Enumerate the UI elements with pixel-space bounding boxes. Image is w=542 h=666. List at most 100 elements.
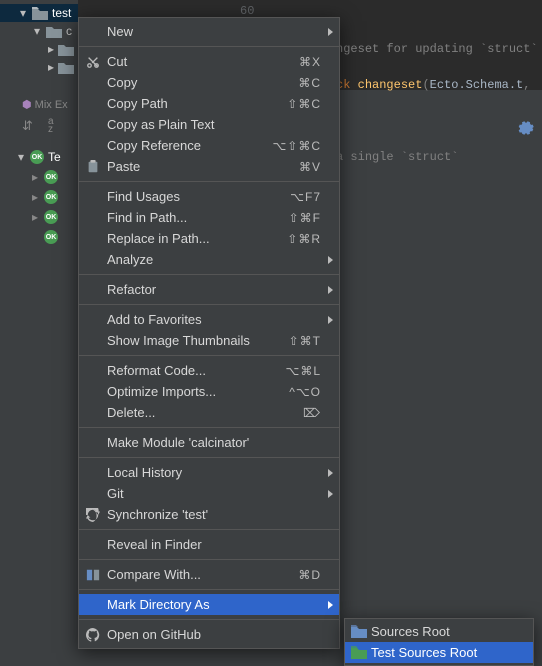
menu-item-copy[interactable]: Copy⌘C [79, 72, 339, 93]
menu-separator [79, 46, 339, 47]
submenu-item-sources-root[interactable]: Sources Root [345, 621, 533, 642]
menu-item-label: Make Module 'calcinator' [107, 435, 249, 450]
shortcut: ⌘V [299, 160, 321, 174]
menu-item-label: Add to Favorites [107, 312, 202, 327]
shortcut: ⇧⌘R [287, 232, 321, 246]
menu-item-delete[interactable]: Delete...⌦ [79, 402, 339, 423]
code-comment: s a single `struct` [322, 150, 459, 164]
menu-item-mark-directory-as[interactable]: Mark Directory As [79, 594, 339, 615]
shortcut: ⇧⌘F [289, 211, 321, 225]
status-ok-icon: OK [44, 230, 58, 244]
run-arrow-icon: ▸ [32, 170, 40, 184]
shortcut: ^⌥O [289, 385, 321, 399]
folder-icon [351, 645, 367, 661]
menu-item-label: Open on GitHub [107, 627, 201, 642]
az-sort-icon[interactable]: az [48, 118, 64, 134]
paste-icon [85, 159, 101, 175]
menu-item-open-on-github[interactable]: Open on GitHub [79, 624, 339, 645]
expand-arrow-icon: ▸ [48, 60, 54, 74]
code-type: Ecto.Schema.t [430, 78, 524, 92]
test-result-item[interactable]: ▸ OK [32, 210, 58, 224]
menu-item-label: Copy as Plain Text [107, 117, 214, 132]
sort-icon[interactable]: ⇵ [22, 118, 38, 134]
menu-item-label: Mark Directory As [107, 597, 210, 612]
menu-item-new[interactable]: New [79, 21, 339, 42]
shortcut: ⌘C [298, 76, 321, 90]
folder-icon [32, 7, 48, 20]
menu-separator [79, 559, 339, 560]
submenu-arrow-icon [328, 490, 333, 498]
expand-arrow-icon: ▾ [18, 150, 26, 164]
menu-item-git[interactable]: Git [79, 483, 339, 504]
code-text: , [523, 78, 530, 92]
menu-item-refactor[interactable]: Refactor [79, 279, 339, 300]
menu-item-reveal-in-finder[interactable]: Reveal in Finder [79, 534, 339, 555]
shortcut: ⇧⌘T [289, 334, 321, 348]
menu-item-find-in-path[interactable]: Find in Path... ⇧⌘F [79, 207, 339, 228]
menu-item-make-module-calcinator[interactable]: Make Module 'calcinator' [79, 432, 339, 453]
menu-item-label: Reformat Code... [107, 363, 206, 378]
context-menu: New Cut⌘XCopy⌘CCopy Path⇧⌘C Copy as Plain … [78, 17, 340, 649]
menu-item-label: Find Usages [107, 189, 180, 204]
menu-separator [79, 589, 339, 590]
status-ok-icon: OK [44, 170, 58, 184]
menu-separator [79, 355, 339, 356]
test-name: Te [48, 150, 61, 164]
expand-arrow-icon: ▾ [20, 6, 28, 20]
menu-item-copy-as-plain-text[interactable]: Copy as Plain Text [79, 114, 339, 135]
test-result-item[interactable]: ▸ OK [32, 170, 58, 184]
menu-item-label: Show Image Thumbnails [107, 333, 250, 348]
menu-item-label: Local History [107, 465, 182, 480]
tree-folder[interactable]: ▾ c [0, 22, 78, 40]
test-result-item[interactable]: ▸ OK [32, 190, 58, 204]
tree-folder[interactable]: ▸ d [0, 40, 78, 58]
menu-item-replace-in-path[interactable]: Replace in Path...⇧⌘R [79, 228, 339, 249]
menu-item-paste[interactable]: Paste⌘V [79, 156, 339, 177]
menu-item-copy-path[interactable]: Copy Path⇧⌘C [79, 93, 339, 114]
gear-icon[interactable] [518, 120, 534, 139]
menu-item-cut[interactable]: Cut⌘X [79, 51, 339, 72]
tree-folder[interactable]: ▸ s [0, 58, 78, 76]
menu-item-label: Cut [107, 54, 127, 69]
tree-label: c [66, 24, 72, 38]
menu-item-optimize-imports[interactable]: Optimize Imports...^⌥O [79, 381, 339, 402]
menu-item-show-image-thumbnails[interactable]: Show Image Thumbnails ⇧⌘T [79, 330, 339, 351]
menu-item-find-usages[interactable]: Find Usages ⌥F7 [79, 186, 339, 207]
test-results-root[interactable]: ▾ OK Te [18, 150, 61, 164]
tree-folder-test[interactable]: ▾ test [0, 4, 78, 22]
panel-label: ⬢ Mix Ex [22, 98, 68, 111]
shortcut: ⌘D [298, 568, 321, 582]
menu-item-label: Find in Path... [107, 210, 187, 225]
folder-icon [351, 624, 367, 640]
expand-arrow-icon: ▾ [34, 24, 42, 38]
sync-icon [85, 507, 101, 523]
submenu-arrow-icon [328, 286, 333, 294]
submenu-arrow-icon [328, 316, 333, 324]
submenu-arrow-icon [328, 256, 333, 264]
shortcut: ⌥⇧⌘C [272, 139, 321, 153]
status-ok-icon: OK [44, 190, 58, 204]
submenu-arrow-icon [328, 28, 333, 36]
menu-item-compare-with[interactable]: Compare With... ⌘D [79, 564, 339, 585]
status-ok-icon: OK [44, 210, 58, 224]
menu-item-label: Compare With... [107, 567, 201, 582]
menu-item-analyze[interactable]: Analyze [79, 249, 339, 270]
shortcut: ⌥F7 [290, 190, 321, 204]
menu-separator [79, 427, 339, 428]
menu-item-local-history[interactable]: Local History [79, 462, 339, 483]
folder-icon [58, 61, 74, 74]
menu-separator [79, 529, 339, 530]
folder-icon [46, 25, 62, 38]
submenu-arrow-icon [328, 469, 333, 477]
expand-arrow-icon: ▸ [48, 42, 54, 56]
menu-item-label: Reveal in Finder [107, 537, 202, 552]
menu-separator [79, 457, 339, 458]
test-result-item[interactable]: OK [32, 230, 58, 244]
menu-item-synchronize-test[interactable]: Synchronize 'test' [79, 504, 339, 525]
menu-item-copy-reference[interactable]: Copy Reference⌥⇧⌘C [79, 135, 339, 156]
menu-item-add-to-favorites[interactable]: Add to Favorites [79, 309, 339, 330]
submenu-item-test-sources-root[interactable]: Test Sources Root [345, 642, 533, 663]
menu-item-label: Synchronize 'test' [107, 507, 208, 522]
menu-item-reformat-code[interactable]: Reformat Code... ⌥⌘L [79, 360, 339, 381]
shortcut: ⌥⌘L [285, 364, 321, 378]
